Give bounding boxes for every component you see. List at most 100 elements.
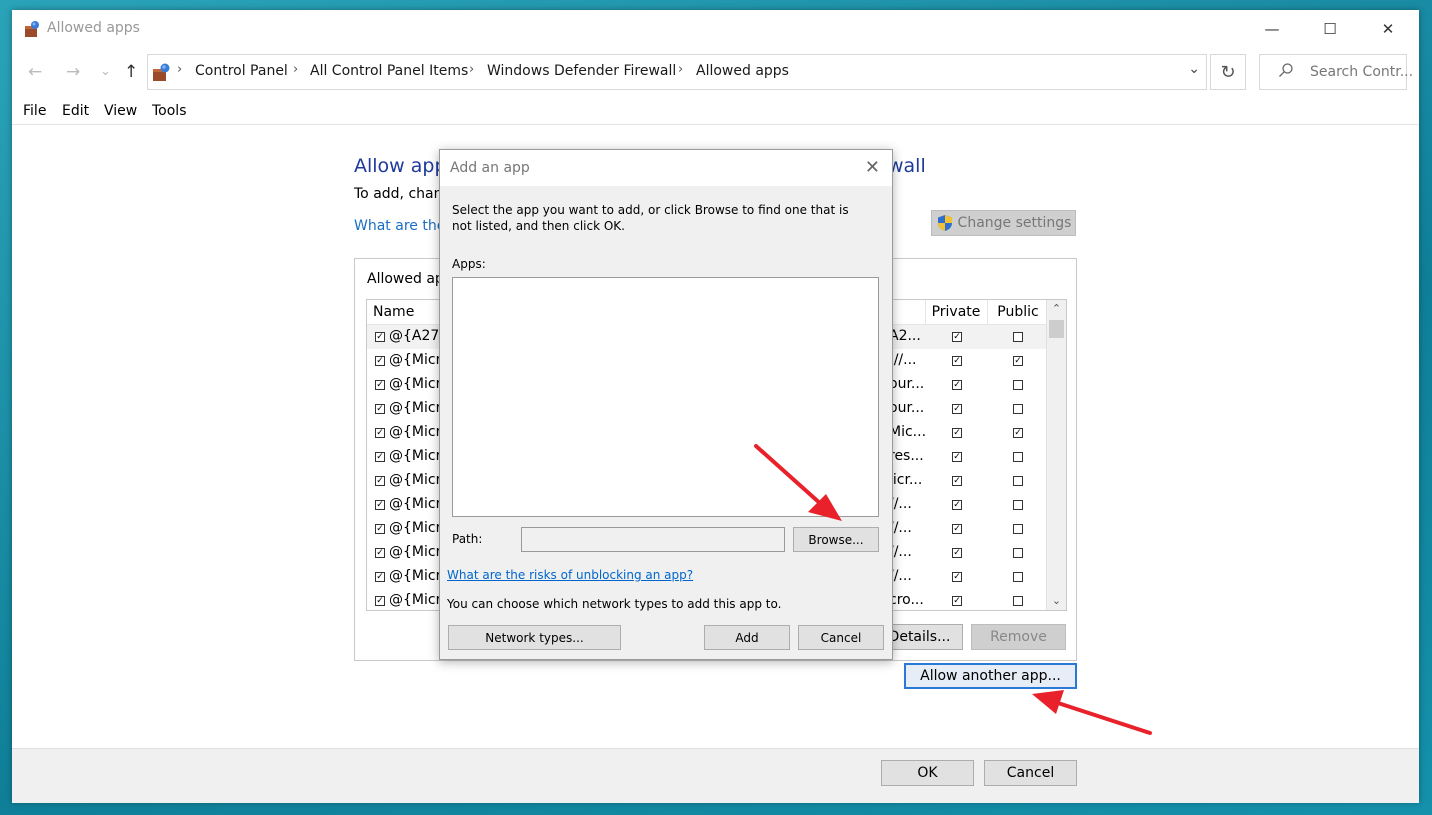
breadcrumb-allowed-apps[interactable]: Allowed apps (696, 63, 789, 79)
search-icon (1279, 63, 1293, 77)
row-public-checkbox[interactable] (1013, 332, 1023, 342)
close-window-button[interactable]: ✕ (1359, 10, 1417, 48)
network-types-button[interactable]: Network types... (448, 625, 621, 650)
row-enable-checkbox[interactable]: ✓ (375, 548, 385, 558)
close-icon: ✕ (1381, 20, 1395, 38)
forward-button[interactable]: → (66, 62, 80, 82)
row-public-checkbox[interactable] (1013, 380, 1023, 390)
row-private-checkbox[interactable]: ✓ (952, 428, 962, 438)
row-private-checkbox[interactable]: ✓ (952, 332, 962, 342)
details-label: Details... (888, 629, 951, 645)
row-private-checkbox[interactable]: ✓ (952, 500, 962, 510)
address-bar[interactable]: › Control Panel › All Control Panel Item… (147, 54, 1207, 90)
menu-view[interactable]: View (104, 103, 137, 119)
apps-listbox[interactable] (452, 277, 879, 517)
dialog-title: Add an app (450, 160, 530, 176)
row-enable-checkbox[interactable]: ✓ (375, 428, 385, 438)
menu-edit[interactable]: Edit (62, 103, 89, 119)
row-enable-checkbox[interactable]: ✓ (375, 356, 385, 366)
row-app-description: cro... (889, 592, 924, 608)
column-public[interactable]: Public (987, 300, 1048, 324)
browse-button[interactable]: Browse... (793, 527, 879, 552)
page-title: Allow app (354, 155, 447, 177)
row-private-checkbox[interactable]: ✓ (952, 548, 962, 558)
row-enable-checkbox[interactable]: ✓ (375, 572, 385, 582)
change-settings-button[interactable]: Change settings (931, 210, 1076, 236)
row-public-checkbox[interactable] (1013, 404, 1023, 414)
uac-shield-icon (937, 215, 952, 231)
row-public-checkbox[interactable] (1013, 596, 1023, 606)
control-panel-icon (153, 63, 170, 81)
row-private-checkbox[interactable]: ✓ (952, 380, 962, 390)
row-private-checkbox[interactable]: ✓ (952, 452, 962, 462)
row-app-description: res... (889, 448, 924, 464)
row-public-checkbox[interactable] (1013, 452, 1023, 462)
breadcrumb-separator: › (469, 62, 475, 77)
row-enable-checkbox[interactable]: ✓ (375, 380, 385, 390)
scroll-thumb[interactable] (1049, 320, 1064, 338)
up-button[interactable]: ↑ (124, 62, 138, 82)
unblock-risks-link[interactable]: What are the risks of unblocking an app? (447, 568, 693, 582)
breadcrumb-separator: › (678, 62, 684, 77)
column-name[interactable]: Name (373, 304, 414, 320)
dialog-cancel-button[interactable]: Cancel (798, 625, 884, 650)
remove-button[interactable]: Remove (971, 624, 1066, 650)
row-public-checkbox[interactable] (1013, 476, 1023, 486)
instruction-text: To add, chan (354, 186, 443, 202)
row-public-checkbox[interactable] (1013, 548, 1023, 558)
group-label: Allowed ap (367, 271, 444, 287)
row-public-checkbox[interactable] (1013, 524, 1023, 534)
refresh-button[interactable]: ↻ (1210, 54, 1246, 90)
search-box[interactable]: Search Contr... (1259, 54, 1413, 90)
row-enable-checkbox[interactable]: ✓ (375, 500, 385, 510)
vertical-scrollbar[interactable]: ⌃ ⌄ (1046, 300, 1066, 610)
firewall-app-icon (25, 21, 39, 37)
row-enable-checkbox[interactable]: ✓ (375, 452, 385, 462)
scroll-up-icon[interactable]: ⌃ (1047, 300, 1066, 318)
add-label: Add (735, 630, 759, 645)
row-app-description: our... (889, 376, 925, 392)
row-enable-checkbox[interactable]: ✓ (375, 404, 385, 414)
row-enable-checkbox[interactable]: ✓ (375, 524, 385, 534)
add-button[interactable]: Add (704, 625, 790, 650)
ok-label: OK (917, 765, 938, 781)
row-private-checkbox[interactable]: ✓ (952, 476, 962, 486)
allow-another-app-button[interactable]: Allow another app... (904, 663, 1077, 689)
row-public-checkbox[interactable] (1013, 572, 1023, 582)
add-app-dialog: Add an app ✕ Select the app you want to … (439, 149, 893, 660)
row-public-checkbox[interactable] (1013, 500, 1023, 510)
minimize-icon: — (1264, 20, 1280, 38)
maximize-button[interactable]: ☐ (1301, 10, 1359, 48)
ok-button[interactable]: OK (881, 760, 974, 786)
path-input[interactable] (521, 527, 785, 552)
row-private-checkbox[interactable]: ✓ (952, 572, 962, 582)
column-private[interactable]: Private (925, 300, 986, 324)
breadcrumb-all-items[interactable]: All Control Panel Items (310, 63, 468, 79)
row-public-checkbox[interactable]: ✓ (1013, 356, 1023, 366)
row-enable-checkbox[interactable]: ✓ (375, 332, 385, 342)
row-enable-checkbox[interactable]: ✓ (375, 596, 385, 606)
row-enable-checkbox[interactable]: ✓ (375, 476, 385, 486)
breadcrumb-firewall[interactable]: Windows Defender Firewall (487, 63, 676, 79)
row-private-checkbox[interactable]: ✓ (952, 524, 962, 534)
row-private-checkbox[interactable]: ✓ (952, 404, 962, 414)
row-private-checkbox[interactable]: ✓ (952, 596, 962, 606)
cancel-button[interactable]: Cancel (984, 760, 1077, 786)
recent-locations-button[interactable]: ⌄ (100, 64, 111, 79)
risks-link[interactable]: What are the (354, 218, 445, 234)
remove-label: Remove (990, 629, 1047, 645)
menu-tools[interactable]: Tools (152, 103, 187, 119)
maximize-icon: ☐ (1323, 20, 1337, 38)
breadcrumb-control-panel[interactable]: Control Panel (195, 63, 288, 79)
breadcrumb-separator: › (293, 62, 299, 77)
chevron-down-icon[interactable]: ⌄ (1188, 61, 1200, 77)
network-types-label: Network types... (485, 630, 584, 645)
scroll-down-icon[interactable]: ⌄ (1047, 592, 1066, 610)
menu-file[interactable]: File (23, 103, 46, 119)
dialog-title-bar: Add an app ✕ (440, 150, 892, 186)
row-private-checkbox[interactable]: ✓ (952, 356, 962, 366)
back-button[interactable]: ← (28, 62, 42, 82)
dialog-close-icon[interactable]: ✕ (865, 157, 880, 178)
row-public-checkbox[interactable]: ✓ (1013, 428, 1023, 438)
minimize-button[interactable]: — (1243, 10, 1301, 48)
